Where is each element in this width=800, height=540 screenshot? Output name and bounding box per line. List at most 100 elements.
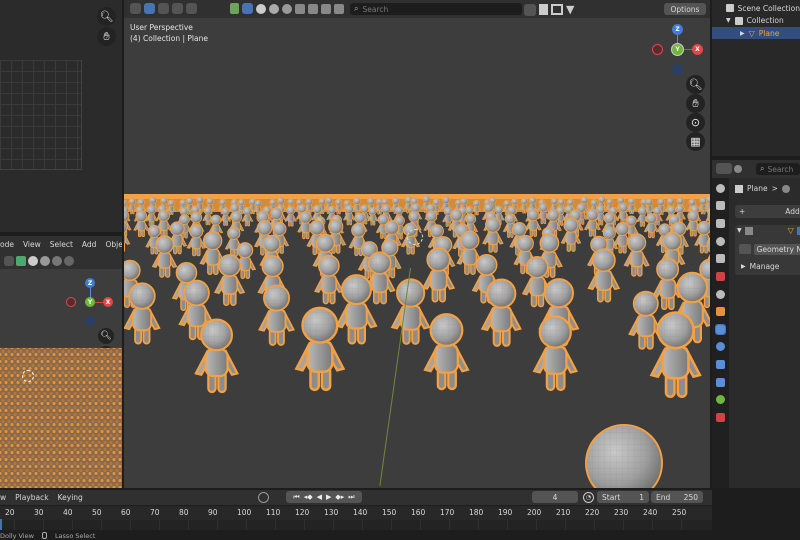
object-tab-icon[interactable] [716, 307, 725, 317]
start-frame-field[interactable]: Start 1 [597, 491, 649, 503]
plus-icon: + [739, 207, 746, 216]
world-tab-icon[interactable] [716, 272, 725, 281]
next-key-icon[interactable]: ◆▸ [335, 493, 344, 501]
mouse-icon [41, 532, 47, 539]
ruler-tick [304, 519, 305, 530]
add-modifier-button[interactable]: + Add [735, 205, 800, 218]
grid-icon[interactable]: ▦ [686, 132, 705, 151]
playback-controls[interactable]: ⏮︎ ◂◆ ◀ ▶ ◆▸ ⏭︎ [286, 491, 362, 503]
modifier-header[interactable]: ▼ ▽ [737, 226, 800, 235]
menu-object[interactable]: Obje [105, 240, 122, 249]
gizmo-z[interactable]: Z [85, 278, 95, 288]
gizmo-x[interactable]: X [103, 297, 113, 307]
filter-icon[interactable]: ▼ [566, 3, 574, 16]
timeline-view-menu[interactable]: w [0, 493, 6, 502]
outliner-row-scene[interactable]: Scene Collection [712, 2, 800, 14]
hand-pan-icon[interactable]: ✋︎ [686, 94, 705, 113]
menu-mode[interactable]: ode [0, 240, 14, 249]
gizmo-y[interactable]: Y [85, 297, 95, 307]
ruler-tick [43, 519, 44, 530]
ruler-tick-label: 70 [150, 508, 160, 517]
jump-start-icon[interactable]: ⏮︎ [293, 493, 299, 502]
play-reverse-icon[interactable]: ◀ [317, 493, 322, 501]
clock-icon[interactable]: ◔ [583, 492, 594, 503]
viewport-tool-icons[interactable] [130, 3, 197, 14]
chevron-right-icon[interactable]: ▶ [740, 30, 745, 37]
crowd-figure [258, 284, 295, 346]
chevron-right-icon[interactable]: ▶ [741, 263, 746, 270]
ruler-tick-label: 170 [440, 508, 455, 517]
ruler-tick [681, 519, 682, 530]
menu-select[interactable]: Select [50, 240, 73, 249]
small-viewport[interactable]: ode View Select Add Obje Z X Y 🔍︎ ✋︎ ⊙ ▦ [0, 236, 122, 488]
material-tab-icon[interactable] [716, 412, 725, 422]
search-icon: ⌕ [760, 164, 765, 173]
view-layer-tab-icon[interactable] [716, 236, 725, 246]
timeline-playback-menu[interactable]: Playback [15, 493, 48, 502]
manage-subpanel[interactable]: ▶ Manage [741, 262, 779, 271]
physics-tab-icon[interactable] [716, 360, 725, 369]
scene-tab-icon[interactable] [716, 254, 725, 264]
collection-tab-icon[interactable] [716, 289, 725, 299]
tool-tab-icon[interactable] [716, 184, 725, 193]
collection-icon [734, 16, 743, 25]
properties-search-placeholder: Search [767, 164, 794, 174]
outliner-row-collection[interactable]: ▼ Collection [712, 14, 800, 27]
scene-collection-icon [726, 4, 734, 12]
small-gizmo[interactable]: Z X Y [66, 278, 116, 328]
zoom-icon[interactable]: 🔍︎ [686, 75, 705, 94]
crowd-figure [343, 204, 356, 226]
record-button[interactable] [258, 492, 269, 503]
menu-add[interactable]: Add [82, 240, 97, 249]
crowd-figure [124, 282, 161, 345]
crowd-figure [213, 254, 246, 306]
ruler-tick-label: 20 [5, 508, 15, 517]
wrench-icon[interactable] [715, 323, 726, 335]
play-icon[interactable]: ▶ [326, 493, 331, 501]
main-viewport[interactable]: User Perspective (4) Collection | Plane … [124, 18, 710, 488]
playhead[interactable] [0, 519, 2, 530]
constraints-tab-icon[interactable] [716, 377, 725, 387]
current-frame-field[interactable]: 4 [532, 491, 578, 503]
viewport-header-right-icons[interactable]: ▼ [524, 3, 574, 16]
viewport-search-placeholder: Search [362, 4, 389, 14]
menu-view[interactable]: View [23, 240, 41, 249]
outliner-row-plane[interactable]: ▶ ▽ Plane [712, 27, 800, 39]
node-group-field[interactable]: Geometry N [739, 242, 800, 256]
zoom-icon[interactable]: 🔍︎ [97, 7, 116, 26]
object-icon [735, 184, 743, 193]
ruler-tick [217, 519, 218, 530]
output-tab-icon[interactable] [716, 219, 725, 229]
options-dropdown[interactable]: Options [664, 3, 706, 15]
gizmo-y[interactable]: Y [671, 43, 684, 56]
ruler-tick-label: 150 [382, 508, 397, 517]
ruler-tick-label: 160 [411, 508, 426, 517]
gizmo-z[interactable]: Z [672, 24, 683, 35]
hand-pan-icon[interactable]: ✋︎ [97, 27, 116, 46]
end-frame-field[interactable]: End 250 [651, 491, 703, 503]
gizmo-x[interactable]: X [692, 44, 703, 55]
properties-search-field[interactable]: ⌕ Search [756, 163, 800, 175]
ruler-tick [130, 519, 131, 530]
camera-icon[interactable]: ⊙ [686, 113, 705, 132]
chevron-down-icon[interactable]: ▼ [726, 17, 731, 24]
crowd-figure [151, 235, 178, 278]
options-label: Options [670, 4, 700, 14]
zoom-icon[interactable]: 🔍︎ [98, 328, 114, 344]
properties-content: Plane > + Add ▼ ▽ Geometry N ▶ Manage [729, 178, 800, 488]
shading-icons[interactable] [4, 256, 74, 266]
timeline-keying-menu[interactable]: Keying [58, 493, 83, 502]
render-tab-icon[interactable] [716, 201, 725, 210]
ruler-tick-label: 250 [672, 508, 687, 517]
properties-editor-type[interactable] [716, 163, 742, 174]
ruler-tick [362, 519, 363, 530]
collection-label: Collection [746, 16, 784, 25]
prev-key-icon[interactable]: ◂◆ [304, 493, 313, 501]
crowd-figure [145, 205, 158, 227]
viewport-filter-icons[interactable] [230, 3, 344, 14]
viewport-search-field[interactable]: ⌕ Search [350, 3, 522, 15]
chevron-down-icon[interactable]: ▼ [737, 227, 742, 234]
navigation-gizmo[interactable]: Z X Y [650, 22, 706, 78]
jump-end-icon[interactable]: ⏭︎ [348, 493, 354, 502]
crowd-figure [482, 217, 504, 253]
